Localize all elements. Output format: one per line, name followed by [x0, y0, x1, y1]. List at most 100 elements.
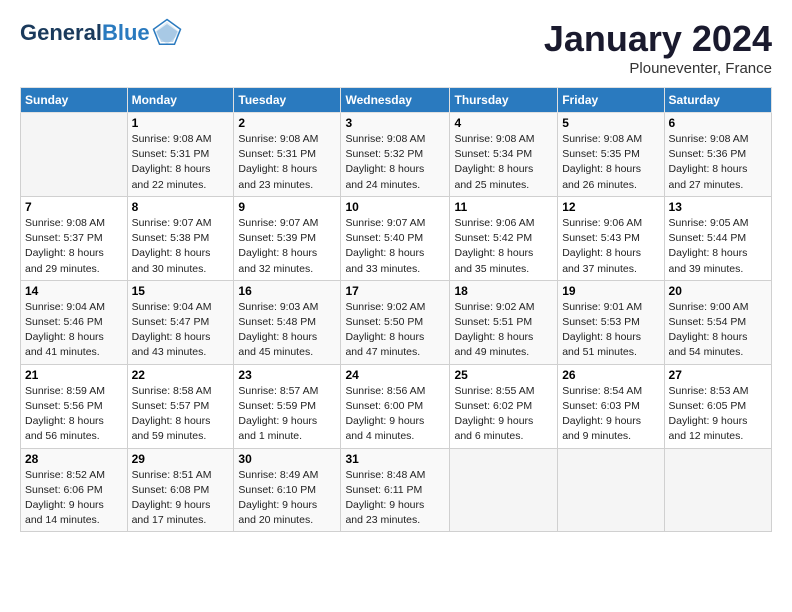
- cell-content: Sunrise: 9:02 AMSunset: 5:51 PMDaylight:…: [454, 300, 553, 361]
- day-number: 5: [562, 116, 659, 130]
- day-number: 16: [238, 284, 336, 298]
- calendar-week-5: 28 Sunrise: 8:52 AMSunset: 6:06 PMDayligh…: [21, 448, 772, 532]
- day-number: 11: [454, 200, 553, 214]
- cell-content: Sunrise: 8:58 AMSunset: 5:57 PMDaylight:…: [132, 384, 230, 445]
- calendar-cell: 18Sunrise: 9:02 AMSunset: 5:51 PMDayligh…: [450, 280, 558, 364]
- cell-content: Sunrise: 9:04 AMSunset: 5:47 PMDaylight:…: [132, 300, 230, 361]
- cell-content: Sunrise: 8:54 AMSunset: 6:03 PMDaylight:…: [562, 384, 659, 445]
- cell-content: Sunrise: 9:01 AMSunset: 5:53 PMDaylight:…: [562, 300, 659, 361]
- cell-content: Sunrise: 9:08 AMSunset: 5:32 PMDaylight:…: [345, 132, 445, 193]
- cell-content: Sunrise: 8:51 AMSunset: 6:08 PMDaylight:…: [132, 468, 230, 529]
- cell-content: Sunrise: 9:08 AMSunset: 5:37 PMDaylight:…: [25, 216, 123, 277]
- day-number: 3: [345, 116, 445, 130]
- calendar-table: SundayMondayTuesdayWednesdayThursdayFrid…: [20, 87, 772, 532]
- day-number: 14: [25, 284, 123, 298]
- calendar-cell: 13Sunrise: 9:05 AMSunset: 5:44 PMDayligh…: [664, 196, 771, 280]
- day-number: 1: [132, 116, 230, 130]
- calendar-cell: 5 Sunrise: 9:08 AMSunset: 5:35 PMDaylight…: [558, 113, 664, 197]
- calendar-cell: 8 Sunrise: 9:07 AMSunset: 5:38 PMDaylight…: [127, 196, 234, 280]
- cell-content: Sunrise: 9:07 AMSunset: 5:38 PMDaylight:…: [132, 216, 230, 277]
- calendar-cell: 25Sunrise: 8:55 AMSunset: 6:02 PMDayligh…: [450, 364, 558, 448]
- cell-content: Sunrise: 8:52 AMSunset: 6:06 PMDaylight:…: [25, 468, 123, 529]
- cell-content: Sunrise: 9:06 AMSunset: 5:42 PMDaylight:…: [454, 216, 553, 277]
- cell-content: Sunrise: 9:03 AMSunset: 5:48 PMDaylight:…: [238, 300, 336, 361]
- day-number: 17: [345, 284, 445, 298]
- month-title: January 2024: [544, 18, 772, 60]
- day-number: 6: [669, 116, 767, 130]
- calendar-cell: 3 Sunrise: 9:08 AMSunset: 5:32 PMDaylight…: [341, 113, 450, 197]
- calendar-cell: 19 Sunrise: 9:01 AMSunset: 5:53 PMDayligh…: [558, 280, 664, 364]
- day-header-tuesday: Tuesday: [234, 88, 341, 113]
- day-number: 15: [132, 284, 230, 298]
- calendar-cell: 28 Sunrise: 8:52 AMSunset: 6:06 PMDayligh…: [21, 448, 128, 532]
- day-header-friday: Friday: [558, 88, 664, 113]
- calendar-cell: 30Sunrise: 8:49 AMSunset: 6:10 PMDayligh…: [234, 448, 341, 532]
- logo-text: GeneralBlue: [20, 21, 150, 45]
- day-number: 31: [345, 452, 445, 466]
- calendar-week-2: 7 Sunrise: 9:08 AMSunset: 5:37 PMDaylight…: [21, 196, 772, 280]
- cell-content: Sunrise: 9:07 AMSunset: 5:39 PMDaylight:…: [238, 216, 336, 277]
- cell-content: Sunrise: 9:07 AMSunset: 5:40 PMDaylight:…: [345, 216, 445, 277]
- cell-content: Sunrise: 9:08 AMSunset: 5:36 PMDaylight:…: [669, 132, 767, 193]
- cell-content: Sunrise: 9:00 AMSunset: 5:54 PMDaylight:…: [669, 300, 767, 361]
- day-number: 9: [238, 200, 336, 214]
- location: Plouneventer, France: [544, 60, 772, 77]
- cell-content: Sunrise: 9:02 AMSunset: 5:50 PMDaylight:…: [345, 300, 445, 361]
- cell-content: Sunrise: 9:08 AMSunset: 5:35 PMDaylight:…: [562, 132, 659, 193]
- calendar-cell: 1 Sunrise: 9:08 AMSunset: 5:31 PMDaylight…: [127, 113, 234, 197]
- calendar-cell: [450, 448, 558, 532]
- day-number: 27: [669, 368, 767, 382]
- calendar-cell: 6 Sunrise: 9:08 AMSunset: 5:36 PMDaylight…: [664, 113, 771, 197]
- day-number: 26: [562, 368, 659, 382]
- cell-content: Sunrise: 9:05 AMSunset: 5:44 PMDaylight:…: [669, 216, 767, 277]
- title-block: January 2024 Plouneventer, France: [544, 18, 772, 77]
- calendar-cell: 20 Sunrise: 9:00 AMSunset: 5:54 PMDayligh…: [664, 280, 771, 364]
- cell-content: Sunrise: 9:06 AMSunset: 5:43 PMDaylight:…: [562, 216, 659, 277]
- calendar-week-3: 14Sunrise: 9:04 AMSunset: 5:46 PMDayligh…: [21, 280, 772, 364]
- calendar-cell: 17 Sunrise: 9:02 AMSunset: 5:50 PMDayligh…: [341, 280, 450, 364]
- day-number: 22: [132, 368, 230, 382]
- day-number: 7: [25, 200, 123, 214]
- day-number: 24: [345, 368, 445, 382]
- calendar-cell: 16 Sunrise: 9:03 AMSunset: 5:48 PMDayligh…: [234, 280, 341, 364]
- calendar-cell: 14Sunrise: 9:04 AMSunset: 5:46 PMDayligh…: [21, 280, 128, 364]
- day-number: 28: [25, 452, 123, 466]
- calendar-cell: 2Sunrise: 9:08 AMSunset: 5:31 PMDaylight…: [234, 113, 341, 197]
- calendar-cell: 27 Sunrise: 8:53 AMSunset: 6:05 PMDayligh…: [664, 364, 771, 448]
- day-number: 4: [454, 116, 553, 130]
- cell-content: Sunrise: 8:56 AMSunset: 6:00 PMDaylight:…: [345, 384, 445, 445]
- calendar-cell: 29 Sunrise: 8:51 AMSunset: 6:08 PMDayligh…: [127, 448, 234, 532]
- cell-content: Sunrise: 8:57 AMSunset: 5:59 PMDaylight:…: [238, 384, 336, 445]
- day-number: 19: [562, 284, 659, 298]
- day-number: 2: [238, 116, 336, 130]
- page-header: GeneralBlue January 2024 Plouneventer, F…: [20, 18, 772, 77]
- calendar-week-1: 1 Sunrise: 9:08 AMSunset: 5:31 PMDaylight…: [21, 113, 772, 197]
- day-number: 30: [238, 452, 336, 466]
- calendar-cell: 24 Sunrise: 8:56 AMSunset: 6:00 PMDayligh…: [341, 364, 450, 448]
- calendar-cell: [558, 448, 664, 532]
- cell-content: Sunrise: 8:48 AMSunset: 6:11 PMDaylight:…: [345, 468, 445, 529]
- logo-icon: [152, 18, 182, 48]
- cell-content: Sunrise: 8:55 AMSunset: 6:02 PMDaylight:…: [454, 384, 553, 445]
- calendar-cell: 23 Sunrise: 8:57 AMSunset: 5:59 PMDayligh…: [234, 364, 341, 448]
- day-number: 8: [132, 200, 230, 214]
- day-number: 29: [132, 452, 230, 466]
- day-number: 10: [345, 200, 445, 214]
- calendar-cell: 11 Sunrise: 9:06 AMSunset: 5:42 PMDayligh…: [450, 196, 558, 280]
- day-number: 23: [238, 368, 336, 382]
- cell-content: Sunrise: 9:08 AMSunset: 5:31 PMDaylight:…: [132, 132, 230, 193]
- day-header-saturday: Saturday: [664, 88, 771, 113]
- calendar-cell: 22 Sunrise: 8:58 AMSunset: 5:57 PMDayligh…: [127, 364, 234, 448]
- calendar-week-4: 21Sunrise: 8:59 AMSunset: 5:56 PMDayligh…: [21, 364, 772, 448]
- calendar-cell: 4Sunrise: 9:08 AMSunset: 5:34 PMDaylight…: [450, 113, 558, 197]
- day-number: 21: [25, 368, 123, 382]
- day-header-monday: Monday: [127, 88, 234, 113]
- calendar-cell: 21Sunrise: 8:59 AMSunset: 5:56 PMDayligh…: [21, 364, 128, 448]
- day-number: 20: [669, 284, 767, 298]
- day-header-wednesday: Wednesday: [341, 88, 450, 113]
- calendar-body: 1 Sunrise: 9:08 AMSunset: 5:31 PMDaylight…: [21, 113, 772, 532]
- day-number: 12: [562, 200, 659, 214]
- cell-content: Sunrise: 8:53 AMSunset: 6:05 PMDaylight:…: [669, 384, 767, 445]
- calendar-cell: 26 Sunrise: 8:54 AMSunset: 6:03 PMDayligh…: [558, 364, 664, 448]
- calendar-header-row: SundayMondayTuesdayWednesdayThursdayFrid…: [21, 88, 772, 113]
